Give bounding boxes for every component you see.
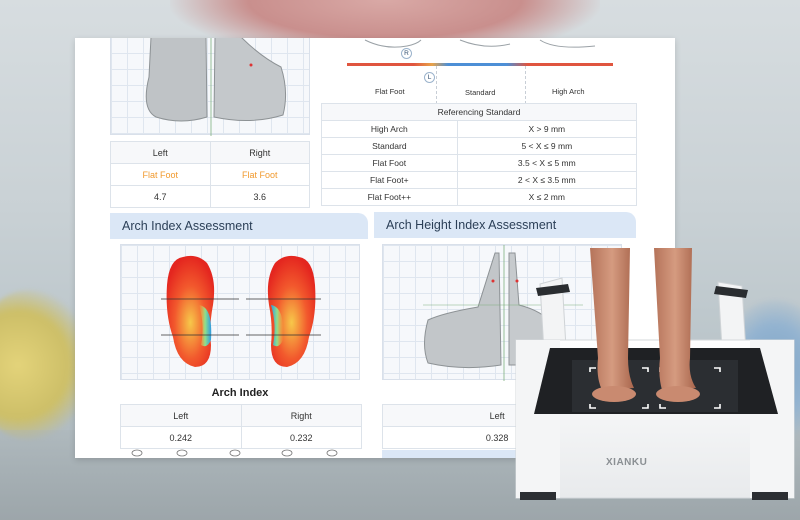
arch-index-heatmap-box [120, 244, 360, 380]
reference-label: Flat Foot [321, 154, 458, 172]
reference-range: 2 < X ≤ 3.5 mm [456, 171, 638, 189]
scale-label-standard: Standard [465, 88, 496, 97]
arch-index-label: Arch Index [211, 387, 269, 399]
arch-index-panel-title: Arch Index Assessment [110, 213, 368, 239]
foot-type-value-left: 4.7 [110, 185, 211, 208]
reference-standard-title: Referencing Standard [321, 103, 637, 121]
arch-index-value-left: 0.242 [120, 426, 242, 449]
left-foot-marker: L [424, 72, 435, 83]
arch-height-panel-title: Arch Height Index Assessment [374, 212, 636, 238]
footprint-icons-row [131, 449, 338, 457]
arch-index-header-left: Left [120, 404, 242, 427]
reference-label: Flat Foot+ [321, 171, 458, 189]
scale-divider-2 [525, 66, 526, 104]
plantar-pressure-heatmap [161, 255, 321, 367]
foot-scanner-device: XIANKU [510, 248, 800, 520]
reference-standard-table: Referencing Standard High Arch X > 9 mm … [321, 103, 638, 206]
foot-type-result-right: Flat Foot [209, 163, 310, 186]
arch-index-header-right: Right [240, 404, 362, 427]
foot-type-header-left: Left [110, 141, 211, 164]
reference-range: 5 < X ≤ 9 mm [456, 137, 638, 155]
scanner-brand-logo: XIANKU [606, 457, 648, 468]
side-view-feet-illustration [145, 38, 287, 136]
foot-type-header-right: Right [209, 141, 310, 164]
foot-type-table: Left Right Flat Foot Flat Foot 4.7 3.6 [110, 141, 310, 208]
scale-divider-1 [436, 66, 437, 104]
foot-type-value-right: 3.6 [209, 185, 310, 208]
scanner-illustration [515, 248, 795, 500]
right-foot-marker: R [401, 48, 412, 59]
reference-range: X ≤ 2 mm [456, 188, 638, 206]
arch-scale-bar [347, 63, 613, 66]
reference-range: X > 9 mm [456, 120, 638, 138]
foot-profile-illustrations [364, 39, 596, 48]
arch-index-value-right: 0.232 [240, 426, 362, 449]
scale-label-flat-foot: Flat Foot [375, 87, 405, 96]
arch-index-table: Left Right 0.242 0.232 [120, 404, 362, 449]
foot-type-result-left: Flat Foot [110, 163, 211, 186]
scale-label-high-arch: High Arch [552, 87, 585, 96]
side-view-scan-box [110, 38, 310, 136]
reference-label: High Arch [321, 120, 458, 138]
reference-range: 3.5 < X ≤ 5 mm [456, 154, 638, 172]
reference-label: Standard [321, 137, 458, 155]
reference-label: Flat Foot++ [321, 188, 458, 206]
